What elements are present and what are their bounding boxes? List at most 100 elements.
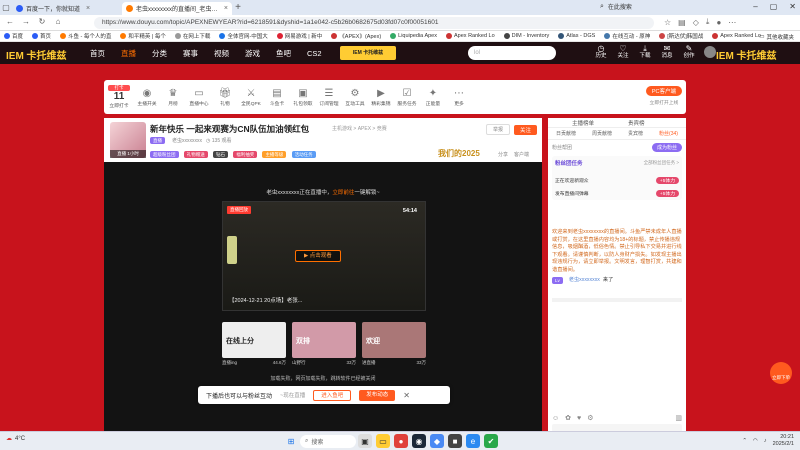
ribbon-item[interactable]: ☰ 订阅管理 bbox=[316, 88, 342, 107]
watch-button[interactable]: ▶ 点击观看 bbox=[295, 250, 341, 262]
recommend-item[interactable]: 双排 山野行 33万 bbox=[292, 322, 356, 366]
bookmark-item[interactable]: 斗鱼 - 每个人的直 bbox=[60, 32, 111, 40]
bookmark-item[interactable]: Apex Ranked Lo bbox=[446, 33, 495, 39]
history-button[interactable]: ◷ 历史 bbox=[590, 44, 612, 59]
close-icon[interactable]: ✕ bbox=[403, 391, 410, 400]
event-banner[interactable]: 我们的2025 bbox=[438, 148, 480, 159]
profile-icon[interactable]: ● bbox=[716, 18, 721, 27]
fans-icon[interactable]: ♥ bbox=[577, 415, 581, 422]
tray-chevron-icon[interactable]: ⌃ bbox=[742, 438, 747, 444]
tag-fans[interactable]: 超级粉丝团 bbox=[150, 151, 179, 158]
event-badge[interactable]: IEM 卡托维兹 bbox=[340, 46, 396, 60]
tag-gift[interactable]: 礼物赠送 bbox=[183, 151, 208, 158]
browser-search-box[interactable]: ⌕ 在此搜索 bbox=[600, 2, 632, 12]
site-search-input[interactable]: lol bbox=[468, 46, 556, 60]
enter-yuba-button[interactable]: 进入鱼吧 bbox=[313, 389, 352, 401]
share-button[interactable]: 分享 bbox=[498, 151, 508, 158]
tab-baidu[interactable]: 百度一下，你就知道 × bbox=[12, 2, 122, 15]
wifi-icon[interactable]: ◠ bbox=[753, 438, 758, 444]
tab-host-rank[interactable]: 主播榜单 bbox=[572, 119, 594, 127]
window-close-icon[interactable]: ✕ bbox=[789, 2, 796, 11]
tag-diamond[interactable]: 钻石 bbox=[212, 151, 228, 158]
file-explorer-icon[interactable]: ▭ bbox=[376, 434, 390, 448]
other-bookmarks[interactable]: ▭ 其他收藏夹 bbox=[759, 33, 794, 41]
follow-button[interactable]: 关注 bbox=[514, 124, 538, 135]
bookmark-item[interactable]: Liquipedia Apex bbox=[390, 33, 437, 39]
chat-user[interactable]: 老虫xxxxxxxx bbox=[569, 277, 600, 285]
nav-live[interactable]: 直播 bbox=[121, 48, 136, 59]
float-order-button[interactable]: 立即下单 bbox=[770, 362, 792, 384]
tab-vip[interactable]: 贵宾榜 bbox=[628, 119, 645, 127]
notice-link[interactable]: 立即前往 bbox=[332, 190, 354, 196]
bookmark-item[interactable]: 在线互动 - 原神 bbox=[604, 32, 650, 40]
forward-icon[interactable]: → bbox=[20, 17, 32, 26]
subtab-vip[interactable]: 贵宾榜 bbox=[628, 130, 643, 137]
collections-icon[interactable]: ▤ bbox=[678, 18, 686, 27]
bookmark-item[interactable]: 百度 bbox=[4, 32, 23, 40]
extensions-icon[interactable]: ◇ bbox=[693, 18, 699, 27]
bookmark-item[interactable]: 网易游戏 | 新中 bbox=[276, 32, 322, 40]
recommend-item[interactable]: 欢迎 进直播 33万 bbox=[362, 322, 426, 366]
app-icon[interactable]: ✔ bbox=[484, 434, 498, 448]
bookmark-item[interactable]: [斯达伏]韩国战 bbox=[659, 32, 703, 40]
ribbon-item[interactable]: ▣ 礼包领取 bbox=[290, 88, 316, 107]
nav-home[interactable]: 首页 bbox=[90, 48, 105, 59]
ribbon-item[interactable]: ▤ 斗鱼卡 bbox=[264, 88, 290, 107]
nav-video[interactable]: 视频 bbox=[214, 48, 229, 59]
bookmark-item[interactable]: 《APEX》(Apex) bbox=[331, 32, 381, 40]
pc-client-button[interactable]: PC客户端 bbox=[645, 86, 682, 96]
download-icon[interactable]: ⤓ bbox=[706, 17, 710, 27]
gift-icon[interactable]: ✿ bbox=[565, 414, 571, 422]
ribbon-item[interactable]: ⚙ 互动工具 bbox=[342, 88, 368, 107]
host-avatar[interactable]: 直播 1小时 bbox=[110, 122, 146, 158]
tag-task[interactable]: 活动任务 bbox=[291, 151, 316, 158]
trash-icon[interactable]: ▥ bbox=[675, 414, 682, 422]
report-button[interactable]: 举报 bbox=[486, 124, 511, 135]
ribbon-item[interactable]: ◉ 主播开关 bbox=[134, 88, 160, 107]
weather-widget[interactable]: ☁ 4°C bbox=[6, 435, 25, 443]
start-icon[interactable]: ⊞ bbox=[284, 434, 298, 448]
bookmark-item[interactable]: 首页 bbox=[32, 32, 51, 40]
fan-task-link[interactable]: 全部粉丝团任务 > bbox=[644, 160, 679, 166]
bookmark-item[interactable]: 在网上下载 bbox=[174, 32, 210, 40]
minimize-icon[interactable]: – bbox=[753, 2, 757, 11]
bookmark-item[interactable]: 和平精英 | 每个 bbox=[120, 32, 166, 40]
recommend-item[interactable]: 在线上分 直播ing 44.6万 bbox=[222, 322, 286, 366]
nav-category[interactable]: 分类 bbox=[152, 48, 167, 59]
app-icon[interactable]: ■ bbox=[448, 434, 462, 448]
volume-icon[interactable]: ♪ bbox=[764, 438, 767, 444]
client-button[interactable]: 客户端 bbox=[514, 151, 529, 158]
app-icon[interactable]: ● bbox=[394, 434, 408, 448]
ribbon-item[interactable]: ♛ 月榜 bbox=[160, 88, 186, 107]
create-button[interactable]: ✎ 创作 bbox=[678, 44, 700, 59]
back-icon[interactable]: ← bbox=[4, 17, 16, 26]
refresh-icon[interactable]: ↻ bbox=[36, 17, 48, 26]
task-reward[interactable]: +5体力 bbox=[655, 190, 679, 197]
tag-level[interactable]: 主播等级 bbox=[262, 151, 287, 158]
stream-category[interactable]: 主机游戏 > APEX > 竞赛 bbox=[332, 125, 387, 132]
subtab-daily[interactable]: 日贡献榜 bbox=[556, 130, 576, 137]
bookmark-item[interactable]: Atlas - DGS bbox=[558, 33, 595, 39]
steam-icon[interactable]: ◉ bbox=[412, 434, 426, 448]
task-reward[interactable]: +5体力 bbox=[655, 177, 679, 184]
url-input[interactable]: https://www.douyu.com/topic/APEXNEWYEAR?… bbox=[94, 17, 654, 29]
settings-icon[interactable]: ⚙ bbox=[587, 414, 593, 422]
ribbon-item[interactable]: ☑ 服务任务 bbox=[394, 88, 420, 107]
ribbon-item[interactable]: 🎁︎ 礼物 bbox=[212, 88, 238, 107]
post-update-button[interactable]: 发布动态 bbox=[359, 389, 396, 401]
subtab-fans[interactable]: 粉丝(34) bbox=[659, 130, 678, 137]
tab-douyu[interactable]: 老虫xxxxxxxx的直播间_老虫xxxxxxxx直播_斗鱼直播 × bbox=[122, 2, 232, 15]
subtab-weekly[interactable]: 周贡献榜 bbox=[592, 130, 612, 137]
ribbon-item[interactable]: ⚔ 全民QPK bbox=[238, 88, 264, 107]
popup-link[interactable]: ~现在直播 bbox=[280, 391, 305, 399]
nav-yuba[interactable]: 鱼吧 bbox=[276, 48, 291, 59]
user-avatar[interactable] bbox=[704, 45, 716, 58]
ribbon-item[interactable]: ✦ 正能量 bbox=[420, 88, 446, 107]
more-icon[interactable]: ⋯ bbox=[728, 18, 736, 27]
star-icon[interactable]: ☆ bbox=[664, 18, 671, 27]
nav-games[interactable]: 游戏 bbox=[245, 48, 260, 59]
download-button[interactable]: ⤓ 下载 bbox=[634, 44, 656, 59]
edge-icon[interactable]: e bbox=[466, 434, 480, 448]
host-name[interactable]: 老虫xxxxxxxx bbox=[172, 137, 202, 144]
close-icon[interactable]: × bbox=[224, 5, 228, 12]
